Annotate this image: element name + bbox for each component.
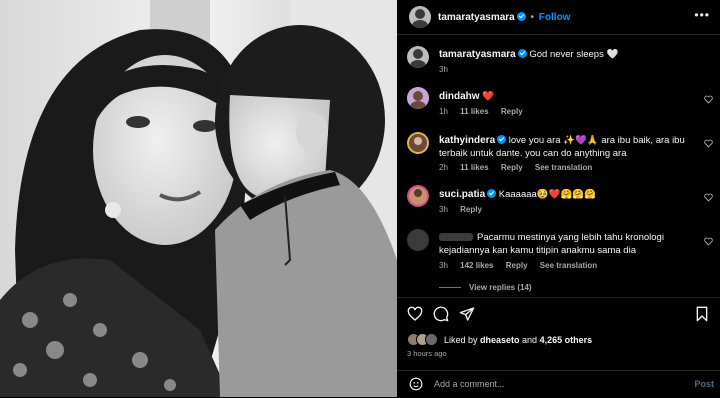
post-photo[interactable] <box>0 0 397 397</box>
verified-badge-icon <box>497 135 507 144</box>
post-header: tamaratyasmara • Follow ••• <box>397 0 720 35</box>
author-avatar[interactable] <box>409 6 431 28</box>
commenter-avatar[interactable] <box>407 132 429 154</box>
liker-avatar <box>425 333 438 346</box>
commenter-avatar[interactable] <box>407 185 429 207</box>
comment-time: 1h <box>439 107 448 116</box>
likes-summary: Liked by dheaseto and 4,265 others <box>407 333 592 346</box>
heart-icon[interactable] <box>704 139 714 149</box>
heart-icon[interactable] <box>704 193 714 203</box>
add-comment-input[interactable]: Add a comment... <box>434 379 505 389</box>
commenter-avatar-blurred[interactable] <box>407 229 429 251</box>
likes-prefix: Liked by <box>444 335 481 345</box>
heart-icon[interactable] <box>407 306 423 322</box>
verified-badge-icon <box>516 12 526 21</box>
follow-button[interactable]: Follow <box>539 12 571 23</box>
see-translation-link[interactable]: See translation <box>540 261 597 270</box>
verified-badge-icon <box>487 189 497 198</box>
share-icon[interactable] <box>459 306 475 322</box>
post-image <box>0 0 397 397</box>
reply-button[interactable]: Reply <box>506 261 528 270</box>
comment-text: ❤️ <box>482 91 495 102</box>
caption-username[interactable]: tamaratyasmara <box>439 49 516 60</box>
caption-text: God never sleeps 🤍 <box>529 49 619 60</box>
likes-count[interactable]: 4,265 others <box>540 335 593 345</box>
comment-text: Kaaaaaa🥹❤️🤗🤗🤗 <box>498 189 596 200</box>
caption-time: 3h <box>439 65 448 74</box>
caption-avatar[interactable] <box>407 46 429 68</box>
more-options-icon[interactable]: ••• <box>694 8 710 22</box>
heart-icon[interactable] <box>704 95 714 105</box>
view-replies-button[interactable]: View replies (14) <box>439 283 532 292</box>
post-details-panel: tamaratyasmara • Follow ••• tamaratyasma… <box>397 0 720 397</box>
commenter-username[interactable]: dindahw <box>439 91 480 102</box>
heart-icon[interactable] <box>704 237 714 247</box>
reply-button[interactable]: Reply <box>501 163 523 172</box>
comment-likes[interactable]: 142 likes <box>460 261 493 270</box>
bookmark-icon[interactable] <box>694 306 710 322</box>
comment-time: 3h <box>439 205 448 214</box>
view-replies-label: View replies (14) <box>469 283 532 292</box>
commenter-username[interactable]: suci.patia <box>439 189 485 200</box>
author-username[interactable]: tamaratyasmara <box>438 12 515 23</box>
comment-time: 3h <box>439 261 448 270</box>
emoji-icon[interactable] <box>409 377 423 391</box>
likes-mid: and <box>519 335 540 345</box>
comment-time: 2h <box>439 163 448 172</box>
reply-button[interactable]: Reply <box>460 205 482 214</box>
commenter-avatar[interactable] <box>407 87 429 109</box>
verified-badge-icon <box>517 49 527 58</box>
post-timestamp[interactable]: 3 hours ago <box>407 349 447 358</box>
see-translation-link[interactable]: See translation <box>535 163 592 172</box>
comment-likes[interactable]: 11 likes <box>460 107 488 116</box>
add-comment-bar: Add a comment... Post <box>397 370 720 398</box>
commenter-username[interactable]: kathyindera <box>439 135 495 146</box>
post-comment-button[interactable]: Post <box>694 379 714 389</box>
separator-dot: • <box>530 12 535 23</box>
blurred-username <box>439 233 473 241</box>
reply-button[interactable]: Reply <box>501 107 523 116</box>
liked-by-user[interactable]: dheaseto <box>480 335 520 345</box>
comment-likes[interactable]: 11 likes <box>460 163 488 172</box>
replies-divider <box>439 287 461 289</box>
comment-icon[interactable] <box>433 306 449 322</box>
